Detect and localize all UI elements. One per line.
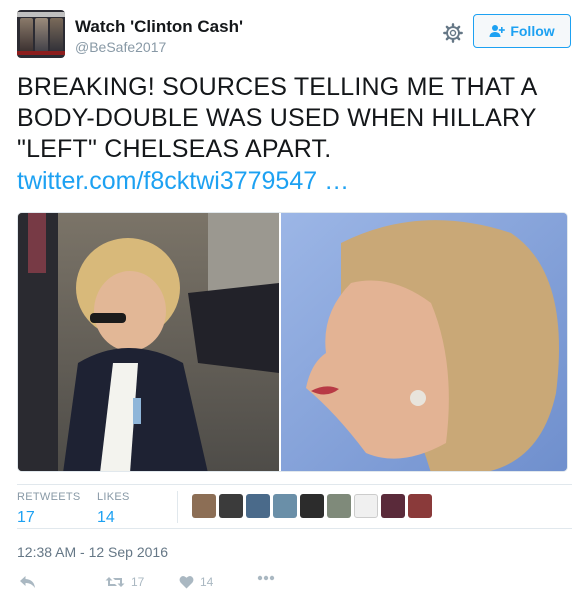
like-count: 14	[200, 575, 214, 589]
retweets-count: 17	[17, 509, 35, 526]
tweet-link[interactable]: twitter.com/f8cktwi3779547 …	[17, 167, 349, 196]
author-handle[interactable]: @BeSafe2017	[75, 39, 166, 55]
liker-avatar[interactable]	[300, 494, 324, 518]
tweet-actions: 17 14	[17, 575, 317, 595]
follow-user-icon	[489, 25, 506, 37]
more-icon	[257, 575, 275, 581]
likes-label: LIKES	[97, 491, 130, 503]
tweet-header: Watch 'Clinton Cash' @BeSafe2017 Follow	[17, 10, 572, 60]
photo-left[interactable]	[18, 213, 279, 472]
tweet-media[interactable]	[17, 212, 568, 472]
likes-count: 14	[97, 509, 115, 526]
retweet-button[interactable]: 17	[105, 575, 144, 589]
tweet-text-line: BODY-DOUBLE WAS USED WHEN HILLARY	[17, 104, 537, 132]
divider	[177, 491, 178, 523]
liker-avatar[interactable]	[246, 494, 270, 518]
reply-icon	[20, 576, 35, 588]
avatar[interactable]	[17, 10, 65, 58]
follow-label: Follow	[510, 23, 555, 39]
liker-avatar[interactable]	[381, 494, 405, 518]
photo-right[interactable]	[281, 213, 568, 472]
retweets-label: RETWEETS	[17, 491, 81, 503]
tweet-stats: RETWEETS 17 LIKES 14	[17, 484, 572, 529]
likes-stat[interactable]: LIKES 14	[97, 491, 130, 527]
reply-button[interactable]	[19, 575, 36, 589]
heart-icon	[179, 576, 194, 589]
liker-avatar[interactable]	[408, 494, 432, 518]
retweet-icon	[105, 577, 125, 587]
retweet-count: 17	[131, 575, 145, 589]
tweet-text: BREAKING! SOURCES TELLING ME THAT A BODY…	[17, 72, 572, 165]
liker-avatar[interactable]	[273, 494, 297, 518]
liker-avatar[interactable]	[219, 494, 243, 518]
more-button[interactable]	[257, 575, 275, 581]
gear-icon[interactable]	[442, 22, 464, 44]
liker-avatars	[192, 494, 432, 518]
tweet-text-line: "LEFT" CHELSEAS APART.	[17, 135, 332, 163]
tweet-text-line: BREAKING! SOURCES TELLING ME THAT A	[17, 73, 538, 101]
liker-avatar[interactable]	[327, 494, 351, 518]
retweets-stat[interactable]: RETWEETS 17	[17, 491, 81, 527]
like-button[interactable]: 14	[179, 575, 213, 589]
liker-avatar[interactable]	[192, 494, 216, 518]
follow-button[interactable]: Follow	[473, 14, 571, 48]
liker-avatar[interactable]	[354, 494, 378, 518]
author-name[interactable]: Watch 'Clinton Cash'	[75, 17, 243, 37]
tweet-timestamp[interactable]: 12:38 AM - 12 Sep 2016	[17, 544, 168, 560]
